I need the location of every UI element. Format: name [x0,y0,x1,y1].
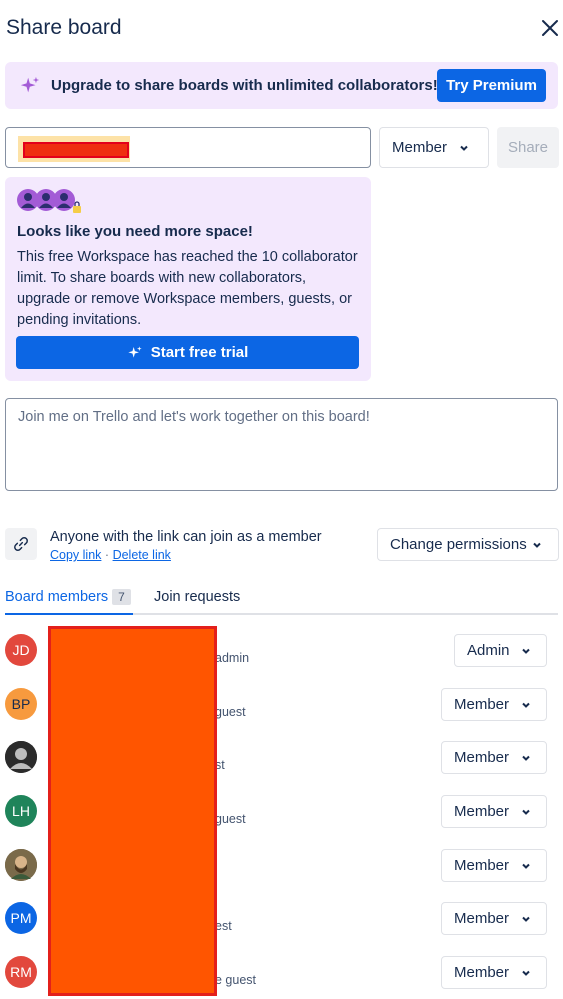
member-role-select[interactable]: Admin [454,634,547,667]
chevron-down-icon [522,648,530,654]
copy-link[interactable]: Copy link [50,548,101,562]
tab-join-requests[interactable]: Join requests [154,589,240,605]
chevron-down-icon [522,702,530,708]
member-role-label: Member [454,857,510,874]
member-role-label: Member [454,696,510,713]
chevron-down-icon [460,145,468,151]
member-role-select[interactable]: Member [441,956,547,989]
avatar[interactable]: RM [5,956,37,988]
member-role-select[interactable]: Member [441,849,547,882]
tab-board-members[interactable]: Board members 7 [5,589,133,615]
change-permissions-label: Change permissions [390,536,527,553]
chevron-down-icon [522,970,530,976]
avatar[interactable] [5,741,37,773]
chevron-down-icon [522,916,530,922]
sparkle-icon [20,76,40,93]
collaborators-icon [17,189,81,213]
member-role-label: Member [454,910,510,927]
invite-role-label: Member [392,139,448,156]
avatar[interactable] [5,849,37,881]
member-names-redaction [48,626,217,996]
avatar[interactable]: JD [5,634,37,666]
member-role-text: e guest [215,973,257,987]
member-role-text: guest [215,705,246,719]
member-role-label: Admin [467,642,510,659]
member-role-select[interactable]: Member [441,795,547,828]
user-photo-icon [5,741,37,773]
chevron-down-icon [522,863,530,869]
member-role-select[interactable]: Member [441,741,547,774]
avatar[interactable]: LH [5,795,37,827]
upgrade-banner: Upgrade to share boards with unlimited c… [5,62,558,109]
upgrade-text: Upgrade to share boards with unlimited c… [51,77,438,94]
member-role-select[interactable]: Member [441,688,547,721]
invite-message-input[interactable] [5,398,558,491]
limit-title: Looks like you need more space! [17,223,253,240]
change-permissions-button[interactable]: Change permissions [377,528,559,561]
link-icon [5,528,37,560]
member-role-select[interactable]: Member [441,902,547,935]
delete-link[interactable]: Delete link [113,548,171,562]
chevron-down-icon [522,755,530,761]
member-role-label: Member [454,964,510,981]
invite-role-select[interactable]: Member [379,127,489,168]
avatar[interactable]: BP [5,688,37,720]
try-premium-button[interactable]: Try Premium [437,69,546,102]
redaction-block [23,142,129,158]
member-role-text: guest [215,812,246,826]
member-role-label: Member [454,749,510,766]
dialog-title: Share board [6,16,122,39]
link-separator: · [104,548,110,562]
chevron-down-icon [522,809,530,815]
start-free-trial-label: Start free trial [150,344,249,361]
collaborator-limit-card: Looks like you need more space! This fre… [5,177,371,381]
close-icon[interactable] [538,16,562,40]
avatar[interactable]: PM [5,902,37,934]
share-button[interactable]: Share [497,127,559,168]
member-role-text: est [215,919,232,933]
link-actions: Copy link · Delete link [50,548,171,562]
sparkle-icon [128,345,142,358]
limit-description: This free Workspace has reached the 10 c… [17,249,358,328]
member-role-label: Member [454,803,510,820]
member-count-badge: 7 [112,589,131,605]
member-role-text: admin [215,651,250,665]
start-free-trial-button[interactable]: Start free trial [16,336,359,369]
tab-board-members-label: Board members [5,589,109,605]
link-sharing-text: Anyone with the link can join as a membe… [50,529,322,545]
chevron-down-icon [533,542,541,548]
member-tabs: Board members 7 Join requests [5,589,558,615]
user-photo-icon [5,849,37,881]
invite-email-input[interactable] [5,127,371,168]
